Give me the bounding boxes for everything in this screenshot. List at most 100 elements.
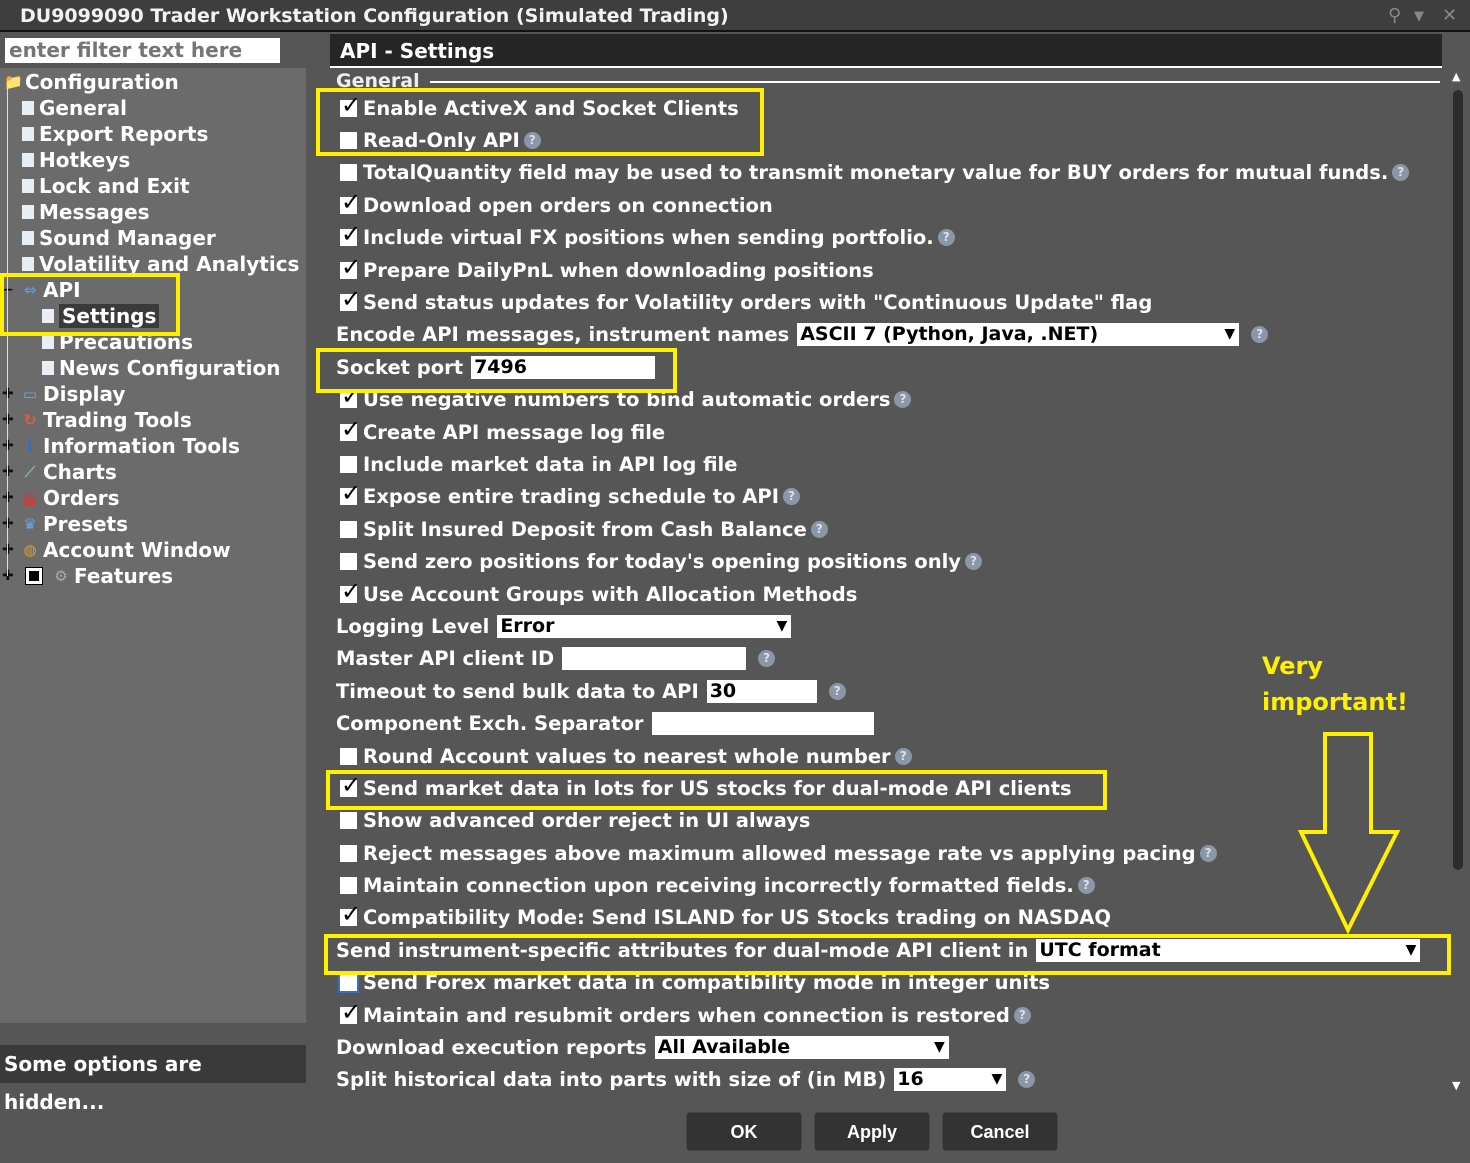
tree-item-label: Features <box>74 564 174 588</box>
checkbox[interactable] <box>340 455 357 473</box>
setting-label[interactable]: Download open orders on connection <box>363 194 773 217</box>
setting-label[interactable]: Include market data in API log file <box>363 453 737 476</box>
close-icon[interactable]: ✕ <box>1442 5 1457 26</box>
tree-item-orders[interactable]: ▤ Orders <box>22 485 120 511</box>
ok-button[interactable]: OK <box>686 1112 802 1151</box>
setting-label[interactable]: Maintain connection upon receiving incor… <box>363 874 1074 897</box>
help-icon[interactable]: ? <box>894 747 912 765</box>
help-icon[interactable]: ? <box>1251 326 1269 344</box>
checkbox[interactable] <box>340 812 357 830</box>
info-icon: i <box>27 437 33 455</box>
tree-item-news-configuration[interactable]: News Configuration <box>42 355 280 381</box>
tree-item-charts[interactable]: ⟋ Charts <box>22 459 117 485</box>
checkbox[interactable] <box>340 220 361 248</box>
dropdown[interactable]: ASCII 7 (Python, Java, .NET) ▼ <box>797 323 1240 347</box>
checkbox[interactable] <box>340 285 361 313</box>
apply-button[interactable]: Apply <box>814 1112 930 1151</box>
checkbox[interactable] <box>340 877 357 895</box>
checkbox[interactable] <box>340 415 361 443</box>
help-icon[interactable]: ? <box>1077 877 1095 895</box>
tree-item-messages[interactable]: Messages <box>22 199 150 225</box>
checkbox[interactable] <box>340 998 361 1026</box>
tree-item-general[interactable]: General <box>22 95 127 121</box>
checkbox[interactable] <box>340 844 357 862</box>
tree-item-display[interactable]: ▭ Display <box>22 381 126 407</box>
checkbox[interactable] <box>340 577 361 605</box>
setting-label[interactable]: Include virtual FX positions when sendin… <box>363 226 934 249</box>
filter-input[interactable] <box>5 38 280 63</box>
tree-item-account-window[interactable]: ◍ Account Window <box>22 537 230 563</box>
chevron-down-icon[interactable]: ▼ <box>777 615 788 638</box>
help-icon[interactable]: ? <box>1199 844 1217 862</box>
text-input[interactable] <box>562 647 747 671</box>
setting-label[interactable]: Round Account values to nearest whole nu… <box>363 745 891 768</box>
chevron-down-icon[interactable]: ▼ <box>1414 9 1424 24</box>
checkbox[interactable] <box>340 553 357 571</box>
field-value: All Available <box>657 1036 791 1059</box>
tree-item-label: News Configuration <box>59 356 281 380</box>
checkbox[interactable] <box>340 253 361 281</box>
orders-icon: ▤ <box>22 489 38 507</box>
help-icon[interactable]: ? <box>1013 1006 1031 1024</box>
tree-item-export-reports[interactable]: Export Reports <box>22 121 208 147</box>
tree-item-features[interactable]: ⚙ Features <box>25 563 174 589</box>
chevron-down-icon[interactable]: ▼ <box>934 1036 945 1059</box>
chevron-down-icon[interactable]: ▼ <box>991 1068 1002 1091</box>
help-icon[interactable]: ? <box>1018 1071 1036 1089</box>
setting-label[interactable]: Create API message log file <box>363 421 665 444</box>
setting-label[interactable]: Use Account Groups with Allocation Metho… <box>363 583 857 606</box>
cancel-button[interactable]: Cancel <box>942 1112 1058 1151</box>
dropdown[interactable]: Error ▼ <box>497 614 792 638</box>
annotation-line1: Very <box>1262 652 1324 680</box>
text-input[interactable]: 30 <box>706 679 817 703</box>
setting-label[interactable]: Send status updates for Volatility order… <box>363 291 1152 314</box>
hidden-options-message[interactable]: Some options are hidden... <box>0 1045 306 1114</box>
tree-item-configuration[interactable]: 📁 Configuration <box>4 69 179 95</box>
tree-item-label: Configuration <box>25 70 179 94</box>
setting-label[interactable]: Compatibility Mode: Send ISLAND for US S… <box>363 906 1111 929</box>
setting-label[interactable]: Prepare DailyPnL when downloading positi… <box>363 259 874 282</box>
chevron-down-icon[interactable]: ▼ <box>1224 323 1235 346</box>
help-icon[interactable]: ? <box>758 650 776 668</box>
tree-item-lock-and-exit[interactable]: Lock and Exit <box>22 173 190 199</box>
help-icon[interactable]: ? <box>1392 164 1410 182</box>
checkbox[interactable] <box>340 479 361 507</box>
setting-label[interactable]: Split Insured Deposit from Cash Balance <box>363 518 807 541</box>
help-icon[interactable]: ? <box>937 229 955 247</box>
dropdown[interactable]: 16 ▼ <box>894 1068 1007 1092</box>
checkbox[interactable] <box>340 900 361 928</box>
checkbox[interactable] <box>340 188 361 216</box>
tree-item-sound-manager[interactable]: Sound Manager <box>22 225 216 251</box>
setting-label[interactable]: TotalQuantity field may be used to trans… <box>363 161 1388 184</box>
feature-checkbox[interactable] <box>25 567 43 585</box>
scroll-down-icon[interactable]: ▼ <box>1452 1079 1460 1092</box>
scroll-thumb[interactable] <box>1453 90 1463 870</box>
help-icon[interactable]: ? <box>782 488 800 506</box>
scrollbar[interactable]: ▲ ▼ <box>1450 70 1466 1092</box>
checkbox[interactable] <box>340 747 357 765</box>
dropdown[interactable]: All Available ▼ <box>654 1036 949 1060</box>
tree-item-information-tools[interactable]: i Information Tools <box>22 433 239 459</box>
setting-label[interactable]: Expose entire trading schedule to API <box>363 485 779 508</box>
tree-item-hotkeys[interactable]: Hotkeys <box>22 147 130 173</box>
help-icon[interactable]: ? <box>810 520 828 538</box>
help-icon[interactable]: ? <box>828 682 846 700</box>
setting-label[interactable]: Send zero positions for today's opening … <box>363 550 961 573</box>
scroll-up-icon[interactable]: ▲ <box>1452 70 1460 83</box>
setting-label[interactable]: Reject messages above maximum allowed me… <box>363 842 1196 865</box>
setting-label[interactable]: Maintain and resubmit orders when connec… <box>363 1004 1010 1027</box>
presets-icon: ♛ <box>23 515 37 533</box>
checkbox[interactable] <box>340 164 357 182</box>
highlight-market-data-lots <box>326 770 1107 810</box>
checkbox[interactable] <box>340 382 361 410</box>
text-input[interactable] <box>651 712 874 736</box>
setting-label[interactable]: Show advanced order reject in UI always <box>363 809 811 832</box>
checkbox[interactable] <box>340 520 357 538</box>
checkbox-row: Send status updates for Volatility order… <box>336 285 1446 318</box>
help-icon[interactable]: ? <box>894 391 912 409</box>
tree-item-presets[interactable]: ♛ Presets <box>22 511 128 537</box>
help-icon[interactable]: ? <box>964 553 982 571</box>
checkbox[interactable] <box>338 972 359 994</box>
pin-icon[interactable]: ⚲ <box>1388 5 1401 26</box>
tree-item-trading-tools[interactable]: ↻ Trading Tools <box>22 407 192 433</box>
